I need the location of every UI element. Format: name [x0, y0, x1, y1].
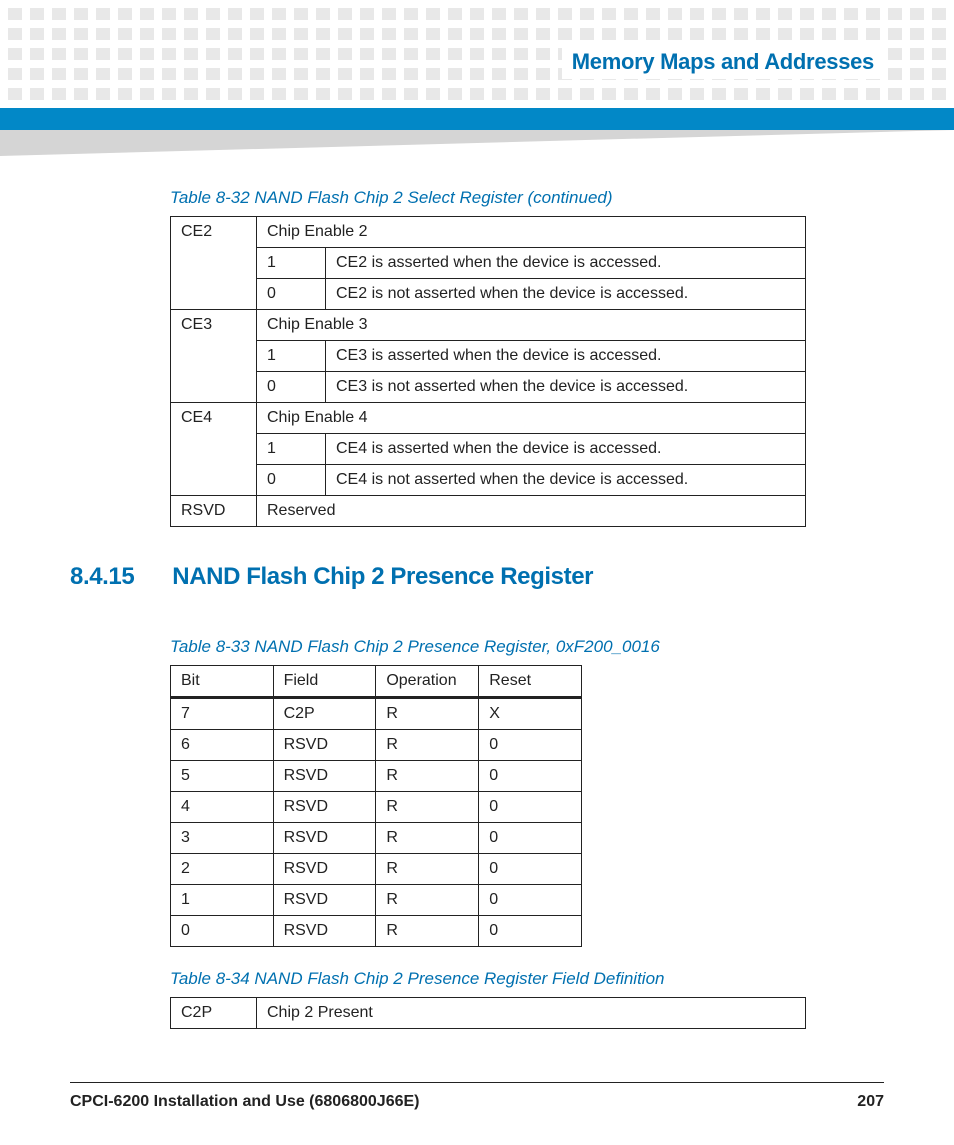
cell: 1	[171, 885, 274, 916]
value-cell: 1	[257, 341, 326, 372]
value-cell: 1	[257, 248, 326, 279]
cell: 0	[479, 885, 582, 916]
cell: 0	[479, 916, 582, 947]
page-footer: CPCI-6200 Installation and Use (6806800J…	[70, 1082, 884, 1111]
field-desc: Reserved	[257, 496, 806, 527]
value-desc: CE3 is not asserted when the device is a…	[326, 372, 806, 403]
value-cell: 0	[257, 372, 326, 403]
section-number: 8.4.15	[70, 563, 166, 591]
section-title: NAND Flash Chip 2 Presence Register	[172, 563, 593, 590]
table-8-34: C2P Chip 2 Present	[170, 997, 806, 1029]
cell: R	[376, 854, 479, 885]
cell: R	[376, 761, 479, 792]
field-label: CE2	[171, 217, 257, 310]
cell: 0	[479, 792, 582, 823]
header-shadow-wedge	[0, 130, 954, 156]
field-desc: Chip 2 Present	[257, 998, 806, 1029]
value-desc: CE2 is not asserted when the device is a…	[326, 279, 806, 310]
value-desc: CE3 is asserted when the device is acces…	[326, 341, 806, 372]
cell: R	[376, 916, 479, 947]
table-8-34-caption: Table 8-34 NAND Flash Chip 2 Presence Re…	[170, 969, 884, 989]
footer-doc-title: CPCI-6200 Installation and Use (6806800J…	[70, 1093, 420, 1111]
field-label: RSVD	[171, 496, 257, 527]
cell: RSVD	[273, 854, 376, 885]
footer-page-number: 207	[857, 1093, 884, 1111]
cell: R	[376, 730, 479, 761]
value-desc: CE4 is not asserted when the device is a…	[326, 465, 806, 496]
cell: R	[376, 792, 479, 823]
value-cell: 0	[257, 279, 326, 310]
cell: 4	[171, 792, 274, 823]
cell: RSVD	[273, 730, 376, 761]
table-8-32-caption: Table 8-32 NAND Flash Chip 2 Select Regi…	[170, 188, 884, 208]
cell: RSVD	[273, 916, 376, 947]
cell: RSVD	[273, 823, 376, 854]
field-label: CE4	[171, 403, 257, 496]
field-desc: Chip Enable 2	[257, 217, 806, 248]
cell: 3	[171, 823, 274, 854]
cell: R	[376, 698, 479, 730]
page-content: Table 8-32 NAND Flash Chip 2 Select Regi…	[0, 180, 954, 1029]
value-desc: CE2 is asserted when the device is acces…	[326, 248, 806, 279]
cell: RSVD	[273, 792, 376, 823]
cell: 6	[171, 730, 274, 761]
field-desc: Chip Enable 4	[257, 403, 806, 434]
col-header: Reset	[479, 666, 582, 698]
cell: R	[376, 823, 479, 854]
value-cell: 0	[257, 465, 326, 496]
col-header: Field	[273, 666, 376, 698]
col-header: Operation	[376, 666, 479, 698]
cell: RSVD	[273, 885, 376, 916]
cell: 2	[171, 854, 274, 885]
section-heading: 8.4.15 NAND Flash Chip 2 Presence Regist…	[70, 563, 884, 591]
cell: 0	[479, 761, 582, 792]
cell: RSVD	[273, 761, 376, 792]
field-label: C2P	[171, 998, 257, 1029]
chapter-title: Memory Maps and Addresses	[562, 45, 884, 79]
table-8-33: Bit Field Operation Reset 7C2PRX 6RSVDR0…	[170, 665, 582, 947]
cell: 7	[171, 698, 274, 730]
cell: 0	[171, 916, 274, 947]
value-desc: CE4 is asserted when the device is acces…	[326, 434, 806, 465]
cell: 0	[479, 854, 582, 885]
cell: X	[479, 698, 582, 730]
col-header: Bit	[171, 666, 274, 698]
cell: 0	[479, 730, 582, 761]
table-8-32: CE2 Chip Enable 2 1 CE2 is asserted when…	[170, 216, 806, 527]
cell: 0	[479, 823, 582, 854]
field-desc: Chip Enable 3	[257, 310, 806, 341]
value-cell: 1	[257, 434, 326, 465]
table-8-33-caption: Table 8-33 NAND Flash Chip 2 Presence Re…	[170, 637, 884, 657]
cell: C2P	[273, 698, 376, 730]
header-blue-bar	[0, 108, 954, 130]
cell: R	[376, 885, 479, 916]
field-label: CE3	[171, 310, 257, 403]
cell: 5	[171, 761, 274, 792]
